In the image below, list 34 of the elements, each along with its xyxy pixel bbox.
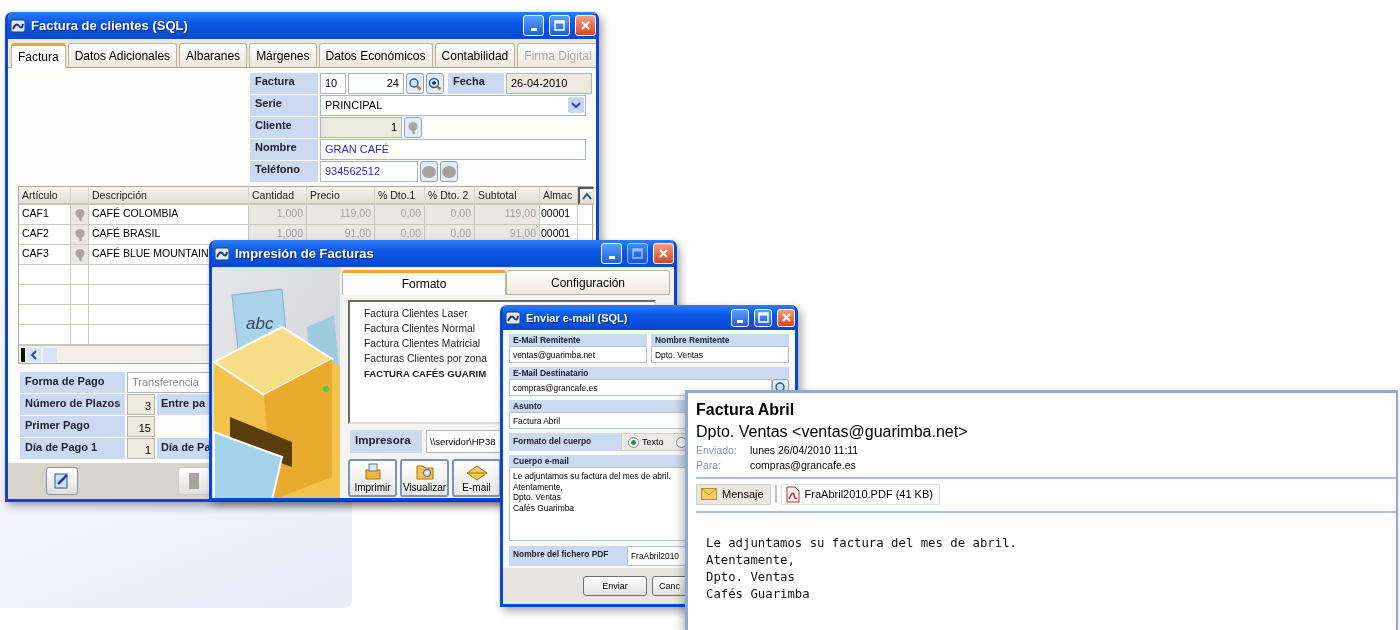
field-label: E-Mail Remitente bbox=[509, 334, 647, 346]
window-title: Enviar e-mail (SQL) bbox=[526, 311, 629, 324]
field-label: Primer Pago bbox=[20, 416, 125, 437]
field-label: E-Mail Destinatario bbox=[509, 367, 789, 379]
column-header: Almac bbox=[540, 187, 578, 205]
column-header: Precio bbox=[307, 187, 375, 205]
column-header: Descripción bbox=[89, 187, 249, 205]
field-label: Teléfono bbox=[250, 161, 318, 182]
field-label: Factura bbox=[250, 73, 318, 94]
field-label: Nombre bbox=[250, 139, 318, 160]
table-cell: 0,00 bbox=[375, 205, 425, 225]
column-header: % Dto. 2 bbox=[425, 187, 475, 205]
column-header: Subtotal bbox=[475, 187, 540, 205]
field-label: Cliente bbox=[250, 117, 318, 138]
field-label: Número de Plazos bbox=[20, 394, 125, 415]
field-label: Fecha bbox=[448, 73, 504, 94]
table-cell: 00001 bbox=[540, 205, 578, 225]
field-label: Impresora bbox=[350, 430, 422, 453]
sent-date: lunes 26/04/2010 11:11 bbox=[750, 444, 859, 456]
column-header: Artículo bbox=[19, 187, 71, 205]
column-header: % Dto.1 bbox=[375, 187, 425, 205]
field-label: Nombre Remitente bbox=[651, 334, 789, 346]
table-cell: 1,000 bbox=[249, 205, 307, 225]
table-cell: 119,00 bbox=[475, 205, 540, 225]
table-cell: 0,00 bbox=[425, 205, 475, 225]
paper-label: abc bbox=[246, 314, 274, 333]
field-label: Forma de Pago bbox=[20, 372, 125, 393]
column-header: Cantidad bbox=[249, 187, 307, 205]
window-title: Factura de clientes (SQL) bbox=[31, 18, 189, 33]
meta-label: Enviado: bbox=[696, 444, 738, 456]
dropdown-value: PRINCIPAL bbox=[325, 98, 383, 112]
field-label: Día de Pago 1 bbox=[20, 438, 125, 459]
field-label: Serie bbox=[250, 95, 318, 116]
table-cell: 119,00 bbox=[307, 205, 375, 225]
